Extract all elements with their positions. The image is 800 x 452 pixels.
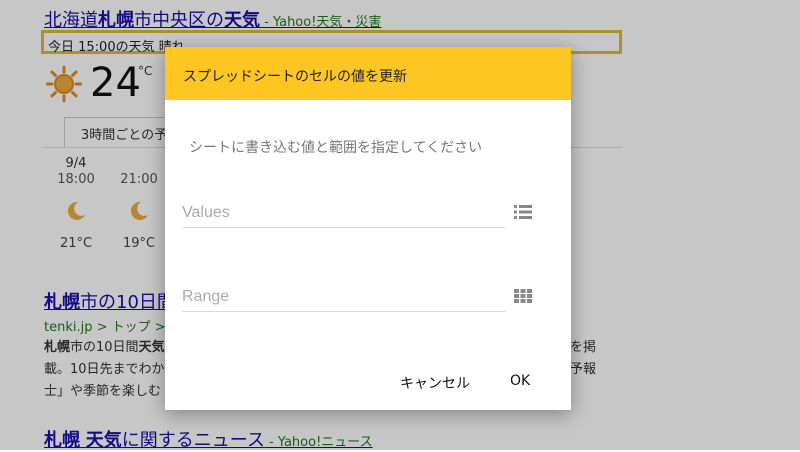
cancel-button[interactable]: キャンセル — [400, 373, 470, 393]
dialog-title: スプレッドシートのセルの値を更新 — [165, 47, 571, 100]
values-input[interactable] — [182, 201, 506, 225]
ok-button[interactable]: OK — [510, 373, 530, 389]
range-input[interactable] — [182, 285, 506, 309]
list-icon[interactable] — [514, 205, 532, 219]
values-field — [182, 201, 506, 228]
range-field — [182, 285, 506, 312]
update-cells-dialog: スプレッドシートのセルの値を更新 シートに書き込む値と範囲を指定してください キ… — [165, 47, 571, 410]
dialog-instruction: シートに書き込む値と範囲を指定してください — [189, 140, 483, 156]
grid-icon[interactable] — [514, 289, 532, 303]
